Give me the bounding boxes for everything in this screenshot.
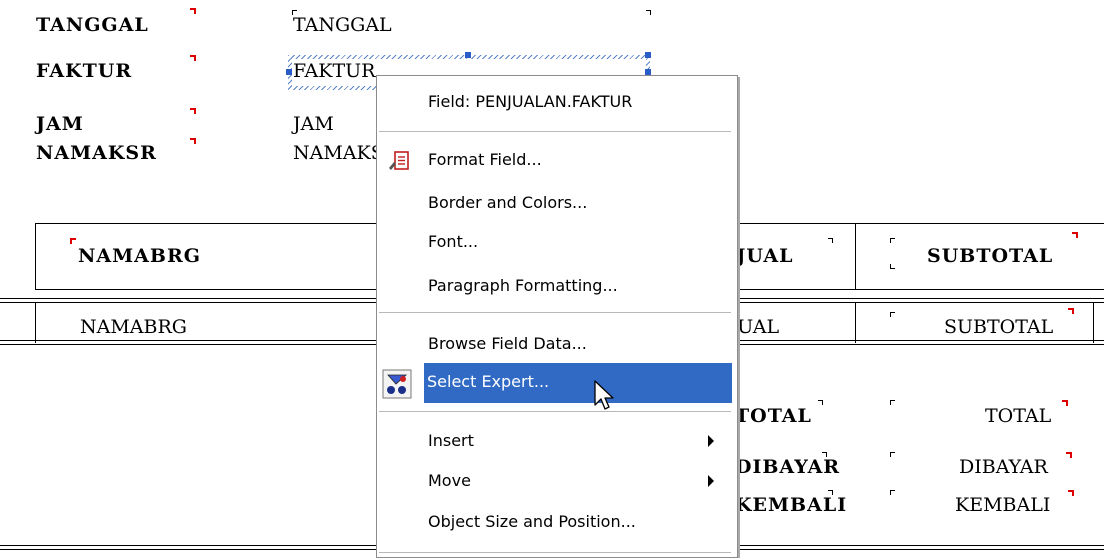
field-marker — [292, 10, 297, 15]
label-namaksr[interactable]: NAMAKSR — [36, 142, 157, 164]
field-marker — [70, 238, 76, 244]
select-expert-icon — [382, 369, 412, 399]
field-kembali[interactable]: KEMBALI — [955, 494, 1050, 516]
menu-item-label: Browse Field Data... — [428, 334, 587, 353]
menu-item-label: Select Expert... — [427, 372, 550, 391]
mouse-pointer-icon — [594, 380, 614, 410]
menu-item-label: Paragraph Formatting... — [428, 276, 618, 295]
field-dibayar[interactable]: DIBAYAR — [959, 456, 1048, 478]
menu-item-label: Move — [428, 471, 471, 490]
menu-item-font[interactable]: Font... — [378, 225, 732, 259]
resize-handle[interactable] — [645, 52, 651, 58]
field-marker — [190, 55, 196, 61]
label-tanggal[interactable]: TANGGAL — [36, 14, 149, 36]
menu-item-move[interactable]: Move — [378, 464, 732, 498]
field-total[interactable]: TOTAL — [985, 405, 1051, 427]
field-marker — [890, 238, 895, 243]
field-marker — [890, 452, 895, 457]
field-marker — [190, 108, 196, 114]
label-faktur[interactable]: FAKTUR — [36, 60, 132, 82]
field-faktur[interactable]: FAKTUR — [293, 60, 375, 82]
resize-handle[interactable] — [465, 52, 471, 58]
field-marker — [818, 400, 823, 405]
menu-item-label: Format Field... — [428, 150, 542, 169]
menu-item-browse-field-data[interactable]: Browse Field Data... — [378, 327, 732, 361]
field-marker — [828, 238, 833, 243]
field-marker — [190, 8, 196, 14]
menu-item-label: Object Size and Position... — [428, 512, 636, 531]
table-border-left — [35, 303, 36, 343]
menu-item-label: Insert — [428, 431, 474, 450]
detail-field-namabrg[interactable]: NAMABRG — [80, 316, 187, 338]
submenu-arrow-icon — [708, 475, 714, 487]
field-marker — [890, 264, 895, 269]
field-marker — [828, 490, 833, 495]
context-menu[interactable]: Field: PENJUALAN.FAKTUR Format Field... … — [376, 75, 738, 558]
menu-item-object-size-position[interactable]: Object Size and Position... — [378, 505, 732, 539]
field-marker — [1072, 232, 1078, 238]
label-jam[interactable]: JAM — [36, 113, 84, 135]
field-marker — [890, 312, 895, 317]
menu-separator — [379, 411, 731, 412]
menu-item-insert[interactable]: Insert — [378, 424, 732, 458]
field-marker — [1062, 400, 1068, 406]
submenu-arrow-icon — [708, 435, 714, 447]
menu-item-label: Font... — [428, 232, 479, 251]
table-divider — [855, 303, 856, 343]
column-header-subtotal[interactable]: SUBTOTAL — [927, 245, 1053, 267]
resize-handle[interactable] — [286, 69, 292, 75]
label-kembali[interactable]: KEMBALI — [735, 494, 847, 516]
menu-separator — [379, 552, 731, 553]
table-border-right — [1093, 303, 1094, 343]
table-divider — [855, 223, 856, 289]
field-marker — [190, 138, 196, 144]
field-marker — [822, 452, 827, 457]
field-marker — [646, 10, 651, 15]
detail-field-subtotal[interactable]: SUBTOTAL — [944, 316, 1053, 338]
menu-title-field-name: Field: PENJUALAN.FAKTUR — [428, 92, 633, 111]
field-marker — [1068, 490, 1074, 496]
field-jam[interactable]: JAM — [293, 113, 334, 135]
menu-item-format-field[interactable]: Format Field... — [378, 143, 732, 177]
format-field-icon — [389, 151, 409, 170]
field-marker — [1068, 308, 1074, 314]
field-marker — [1066, 452, 1072, 458]
field-marker — [890, 400, 895, 405]
menu-item-label: Border and Colors... — [428, 193, 588, 212]
field-marker — [890, 490, 895, 495]
field-tanggal[interactable]: TANGGAL — [293, 14, 392, 36]
menu-item-border-colors[interactable]: Border and Colors... — [378, 186, 732, 220]
label-dibayar[interactable]: DIBAYAR — [735, 456, 840, 478]
menu-item-select-expert[interactable]: Select Expert... — [424, 363, 732, 403]
menu-separator — [379, 312, 731, 313]
menu-separator — [379, 131, 731, 132]
column-header-namabrg[interactable]: NAMABRG — [78, 245, 201, 267]
menu-item-paragraph-formatting[interactable]: Paragraph Formatting... — [378, 269, 732, 303]
label-total[interactable]: TOTAL — [735, 405, 812, 427]
table-border-left — [35, 223, 36, 289]
